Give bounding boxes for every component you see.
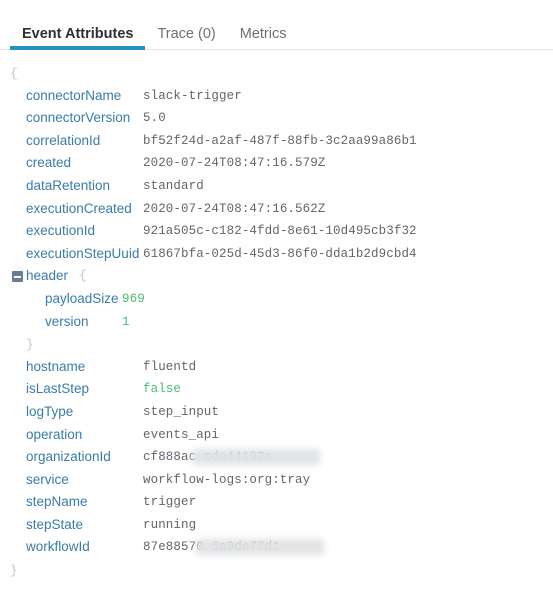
- json-header-close: }: [0, 333, 553, 356]
- json-value: workflow-logs:org:tray: [143, 472, 311, 487]
- json-key: organizationId: [26, 449, 111, 465]
- json-row-organizationid[interactable]: organizationId cf888ac cde44192a: [0, 446, 553, 469]
- json-row-dataretention[interactable]: dataRetention standard: [0, 175, 553, 198]
- json-row-stepname[interactable]: stepName trigger: [0, 491, 553, 514]
- json-key: created: [26, 155, 72, 171]
- json-value: 969: [122, 291, 145, 306]
- json-key: connectorName: [26, 87, 122, 103]
- tab-bar: Event Attributes Trace (0) Metrics: [0, 0, 553, 50]
- json-value: 921a505c-c182-4fdd-8e61-10d495cb3f32: [143, 224, 417, 239]
- nested-close-brace: }: [26, 337, 34, 353]
- json-row-executionid[interactable]: executionId 921a505c-c182-4fdd-8e61-10d4…: [0, 220, 553, 243]
- json-value: 1: [122, 314, 130, 329]
- json-key: executionId: [26, 223, 96, 239]
- json-row-version[interactable]: version 1: [0, 311, 553, 334]
- json-row-created[interactable]: created 2020-07-24T08:47:16.579Z: [0, 152, 553, 175]
- json-value: false: [143, 382, 182, 397]
- tab-event-attributes[interactable]: Event Attributes: [10, 26, 146, 51]
- json-row-executionstepuuid[interactable]: executionStepUuid 61867bfa-025d-45d3-86f…: [0, 243, 553, 266]
- json-value: fluentd: [143, 359, 197, 374]
- json-row-service[interactable]: service workflow-logs:org:tray: [0, 469, 553, 492]
- json-key: connectorVersion: [26, 110, 131, 126]
- json-key: isLastStep: [26, 381, 90, 397]
- json-value: 5.0: [143, 111, 166, 126]
- json-key: workflowId: [26, 539, 90, 555]
- json-key: payloadSize: [45, 290, 119, 306]
- json-row-correlationid[interactable]: correlationId bf52f24d-a2af-487f-88fb-3c…: [0, 130, 553, 153]
- json-key: dataRetention: [26, 177, 111, 193]
- json-value: step_input: [143, 404, 220, 419]
- object-open-brace: {: [79, 268, 87, 284]
- json-key: version: [45, 313, 89, 329]
- json-value: bf52f24d-a2af-487f-88fb-3c2aa99a86b1: [143, 133, 417, 148]
- json-key: header: [26, 268, 69, 284]
- json-row-islaststep[interactable]: isLastStep false: [0, 378, 553, 401]
- json-row-connectorname[interactable]: connectorName slack-trigger: [0, 85, 553, 108]
- json-key: stepName: [26, 494, 88, 510]
- json-value: trigger: [143, 495, 197, 510]
- json-value: running: [143, 517, 197, 532]
- json-viewer: { connectorName slack-trigger connectorV…: [0, 50, 553, 582]
- tab-trace[interactable]: Trace (0): [145, 26, 227, 51]
- json-row-executioncreated[interactable]: executionCreated 2020-07-24T08:47:16.562…: [0, 198, 553, 221]
- json-value: 61867bfa-025d-45d3-86f0-dda1b2d9cbd4: [143, 246, 417, 261]
- json-row-connectorversion[interactable]: connectorVersion 5.0: [0, 107, 553, 130]
- json-key: executionCreated: [26, 200, 132, 216]
- json-value: 2020-07-24T08:47:16.562Z: [143, 201, 326, 216]
- json-key: executionStepUuid: [26, 245, 140, 261]
- json-key: hostname: [26, 358, 86, 374]
- json-row-payloadsize[interactable]: payloadSize 969: [0, 288, 553, 311]
- json-value: 2020-07-24T08:47:16.579Z: [143, 156, 326, 171]
- json-key: stepState: [26, 516, 84, 532]
- redaction-overlay: [192, 449, 320, 466]
- json-row-logtype[interactable]: logType step_input: [0, 401, 553, 424]
- redaction-overlay: [196, 539, 324, 556]
- json-value: events_api: [143, 427, 220, 442]
- json-row-workflowid[interactable]: workflowId 87e88570 6a9de77d1: [0, 536, 553, 559]
- json-row-operation[interactable]: operation events_api: [0, 424, 553, 447]
- json-row-header-object[interactable]: header {: [0, 265, 553, 288]
- json-root-open: {: [0, 62, 553, 85]
- json-row-stepstate[interactable]: stepState running: [0, 514, 553, 537]
- open-brace: {: [10, 66, 18, 81]
- json-value: slack-trigger: [143, 88, 242, 103]
- json-key: operation: [26, 426, 83, 442]
- tab-metrics[interactable]: Metrics: [228, 26, 299, 51]
- json-root-close: }: [0, 559, 553, 582]
- json-row-hostname[interactable]: hostname fluentd: [0, 356, 553, 379]
- json-key: service: [26, 471, 69, 487]
- json-key: correlationId: [26, 132, 101, 148]
- close-brace: }: [10, 563, 18, 579]
- json-key: logType: [26, 403, 74, 419]
- json-value: standard: [143, 178, 204, 193]
- collapse-minus-icon[interactable]: [12, 271, 23, 283]
